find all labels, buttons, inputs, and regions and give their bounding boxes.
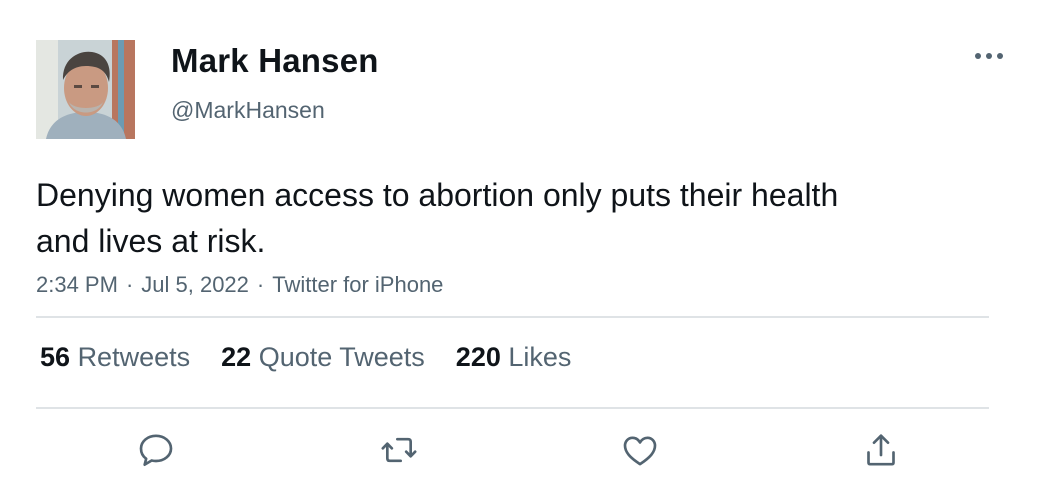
display-name[interactable]: Mark Hansen <box>171 42 379 80</box>
quote-tweets-label: Quote Tweets <box>258 342 425 372</box>
divider <box>36 316 989 318</box>
tweet-meta: 2:34 PM · Jul 5, 2022 · Twitter for iPhone <box>36 272 443 298</box>
likes-label: Likes <box>508 342 572 372</box>
quote-tweets-count: 22 <box>221 342 252 372</box>
meta-separator: · <box>256 272 265 297</box>
tweet-source[interactable]: Twitter for iPhone <box>272 272 443 297</box>
like-button[interactable] <box>618 428 662 472</box>
retweets-count: 56 <box>40 342 71 372</box>
retweets-stat[interactable]: 56 Retweets <box>40 342 190 373</box>
user-handle[interactable]: @MarkHansen <box>171 97 325 124</box>
tweet-date[interactable]: Jul 5, 2022 <box>141 272 249 297</box>
reply-button[interactable] <box>134 428 178 472</box>
likes-count: 220 <box>455 342 501 372</box>
avatar[interactable] <box>36 40 135 139</box>
reply-icon <box>139 434 173 466</box>
retweet-icon <box>381 437 417 463</box>
meta-separator: · <box>125 272 134 297</box>
likes-stat[interactable]: 220 Likes <box>456 342 572 373</box>
tweet-text: Denying women access to abortion only pu… <box>36 177 839 259</box>
like-icon <box>623 436 657 466</box>
tweet-time[interactable]: 2:34 PM <box>36 272 118 297</box>
more-options-icon <box>975 53 1003 59</box>
avatar-photo <box>36 40 135 139</box>
more-options-button[interactable] <box>971 44 1007 68</box>
retweet-button[interactable] <box>377 428 421 472</box>
divider <box>36 407 989 409</box>
retweets-label: Retweets <box>77 342 191 372</box>
share-button[interactable] <box>859 428 903 472</box>
share-icon <box>867 434 895 466</box>
quote-tweets-stat[interactable]: 22 Quote Tweets <box>221 342 425 373</box>
tweet-stats: 56 Retweets 22 Quote Tweets 220 Likes <box>40 342 602 373</box>
